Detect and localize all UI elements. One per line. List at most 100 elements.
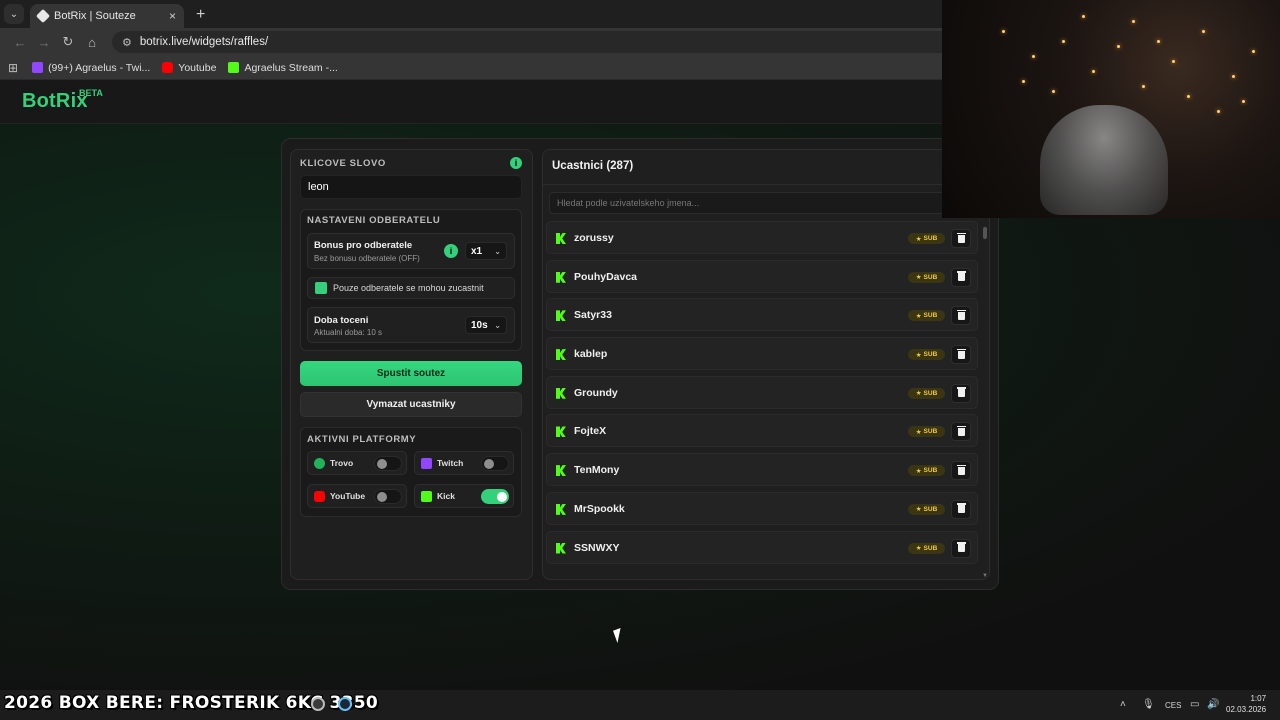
kick-icon [228, 62, 240, 73]
trash-icon [956, 425, 966, 436]
kick-toggle[interactable] [481, 489, 509, 504]
delete-participant-button[interactable] [951, 499, 971, 519]
participant-row: TenMony ★ SUB [546, 453, 978, 487]
address-bar[interactable]: ⚙ botrix.live/widgets/raffles/ [112, 31, 952, 53]
fairy-light [1232, 75, 1235, 78]
sub-badge: ★ SUB [908, 387, 945, 399]
microphone-icon[interactable]: 🎙 [1142, 699, 1155, 710]
browser-tab[interactable]: BotRix | Souteze × [30, 4, 184, 28]
obs-icon[interactable] [311, 697, 325, 711]
delete-participant-button[interactable] [951, 461, 971, 481]
fairy-light [1217, 110, 1220, 113]
youtube-toggle[interactable] [374, 489, 402, 504]
participant-username: TenMony [574, 464, 620, 477]
subscribers-only-checkbox[interactable] [315, 282, 327, 294]
beta-badge: BETA [79, 88, 103, 98]
kick-icon [556, 503, 566, 515]
platform-trovo: Trovo [307, 451, 407, 475]
chevron-up-icon[interactable]: ˄ [1120, 699, 1126, 710]
sub-badge: ★ SUB [908, 310, 945, 322]
spin-duration-select[interactable]: 10s ⌄ [465, 316, 507, 334]
kick-icon [556, 426, 566, 438]
site-info-icon[interactable]: ⚙ [122, 36, 132, 49]
trash-icon [956, 542, 966, 552]
delete-participant-button[interactable] [951, 267, 971, 287]
bookmark-twitch[interactable]: (99+) Agraelus - Twi... [32, 62, 150, 74]
browser-tab-title: BotRix | Souteze [54, 10, 136, 22]
delete-participant-button[interactable] [951, 538, 971, 558]
keyword-input[interactable]: leon [300, 175, 522, 199]
participant-username: Groundy [574, 386, 618, 399]
start-raffle-button[interactable]: Spustit soutez [300, 361, 522, 386]
twitch-icon [421, 458, 432, 469]
fairy-light [1002, 30, 1005, 33]
volume-icon[interactable]: 🔊 [1207, 699, 1219, 710]
chevron-down-icon: ⌄ [494, 320, 501, 330]
steam-icon[interactable] [338, 697, 352, 711]
fairy-light [1092, 70, 1095, 73]
clear-participants-button[interactable]: Vymazat ucastniky [300, 392, 522, 417]
bookmark-kick[interactable]: Agraelus Stream -... [228, 62, 338, 74]
star-icon: ★ [915, 312, 922, 320]
platform-twitch: Twitch [414, 451, 514, 475]
sub-badge: ★ SUB [908, 503, 945, 515]
new-tab-button[interactable]: + [196, 6, 205, 24]
fairy-light [1172, 60, 1175, 63]
delete-participant-button[interactable] [951, 422, 971, 442]
fairy-light [1062, 40, 1065, 43]
sub-badge: ★ SUB [908, 542, 945, 554]
divider [543, 184, 989, 185]
participants-scrollbar[interactable] [983, 227, 987, 239]
webcam-overlay [942, 0, 1280, 218]
back-icon[interactable]: ← [8, 35, 32, 50]
participant-list: zorussy ★ SUB PouhyDavca ★ SUB Satyr33 ★ SUB kabl… [546, 221, 978, 578]
sub-badge: ★ SUB [908, 271, 945, 283]
tab-search-button[interactable]: ⌄ [4, 4, 24, 24]
twitch-toggle[interactable] [481, 456, 509, 471]
participant-username: zorussy [574, 232, 614, 244]
forward-icon[interactable]: → [32, 35, 56, 50]
bonus-multiplier-select[interactable]: x1 ⌄ [465, 242, 507, 260]
fairy-light [1142, 85, 1145, 88]
star-icon: ★ [915, 545, 922, 552]
close-tab-icon[interactable]: × [169, 9, 176, 23]
participant-username: FojteX [574, 425, 607, 438]
star-icon: ★ [915, 274, 922, 282]
apps-grid-icon[interactable]: ⊞ [8, 61, 18, 75]
network-icon[interactable]: ▭ [1190, 699, 1199, 710]
fairy-light [1157, 40, 1160, 43]
language-indicator[interactable]: CES [1165, 701, 1181, 710]
participant-row: MrSpookk ★ SUB [546, 491, 978, 525]
delete-participant-button[interactable] [951, 383, 971, 403]
trash-icon [956, 309, 966, 320]
botrix-logo[interactable]: BotRix [22, 90, 88, 113]
star-icon: ★ [915, 506, 922, 514]
scroll-down-icon[interactable]: ▼ [982, 573, 988, 579]
reload-icon[interactable]: ↻ [56, 34, 80, 50]
gaming-chair [1040, 105, 1168, 215]
home-icon[interactable]: ⌂ [80, 35, 104, 50]
fairy-light [1117, 45, 1120, 48]
system-clock[interactable]: 1:07 02.03.2026 [1226, 693, 1266, 715]
keyword-info-icon[interactable]: i [510, 157, 522, 169]
participant-search-input[interactable]: Hledat podle uzivatelskeho jmena... [549, 192, 985, 214]
sub-badge: ★ SUB [908, 465, 945, 477]
participant-username: MrSpookk [574, 502, 625, 515]
youtube-icon [314, 491, 325, 502]
star-icon: ★ [915, 467, 922, 475]
delete-participant-button[interactable] [951, 306, 971, 326]
trovo-toggle[interactable] [374, 456, 402, 471]
platform-youtube: YouTube [307, 484, 407, 508]
sub-badge: ★ SUB [908, 426, 945, 438]
spin-duration-description: Aktualni doba: 10 s [314, 328, 383, 337]
participant-row: kablep ★ SUB [546, 337, 978, 371]
bookmark-youtube[interactable]: Youtube [162, 62, 216, 74]
delete-participant-button[interactable] [951, 229, 971, 248]
participant-row: SSNWXY ★ SUB [546, 530, 978, 564]
subscribers-only-label: Pouze odberatele se mohou zucastnit [333, 283, 484, 293]
bonus-info-icon[interactable]: i [444, 244, 458, 258]
trash-icon [956, 464, 966, 475]
kick-icon [556, 387, 566, 399]
delete-participant-button[interactable] [951, 345, 971, 365]
fairy-light [1032, 55, 1035, 58]
